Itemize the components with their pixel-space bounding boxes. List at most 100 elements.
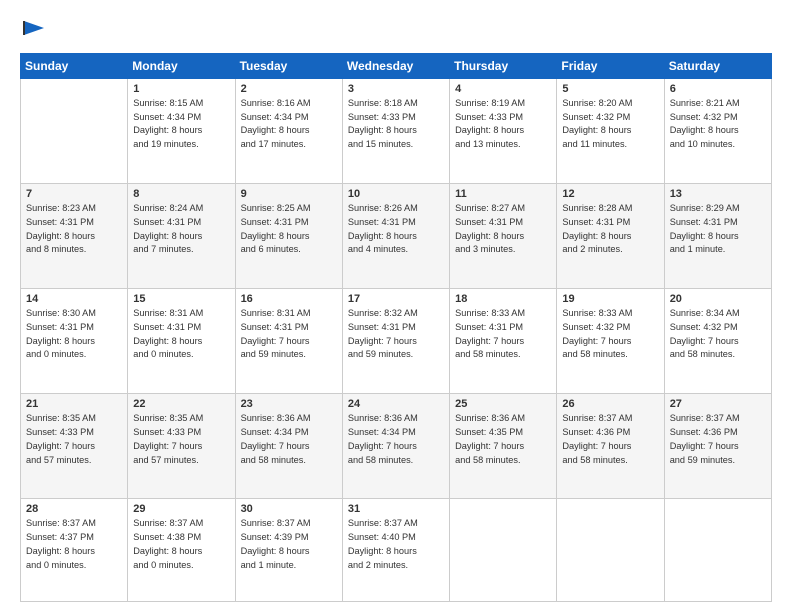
day-number: 4 (455, 83, 551, 95)
calendar-cell: 1Sunrise: 8:15 AM Sunset: 4:34 PM Daylig… (128, 78, 235, 183)
cell-info: Sunrise: 8:18 AM Sunset: 4:33 PM Dayligh… (348, 97, 444, 152)
calendar-cell (664, 499, 771, 602)
day-number: 25 (455, 398, 551, 410)
cell-info: Sunrise: 8:27 AM Sunset: 4:31 PM Dayligh… (455, 202, 551, 257)
day-number: 23 (241, 398, 337, 410)
calendar-cell: 17 Sunrise: 8:32 AM Sunset: 4:31 PM Dayli… (342, 289, 449, 394)
cell-info: Sunrise: 8:24 AM Sunset: 4:31 PM Dayligh… (133, 202, 229, 257)
cell-info: Sunrise: 8:20 AM Sunset: 4:32 PM Dayligh… (562, 97, 658, 152)
day-number: 30 (241, 503, 337, 515)
calendar-cell: 28 Sunrise: 8:37 AM Sunset: 4:37 PM Dayli… (21, 499, 128, 602)
day-number: 26 (562, 398, 658, 410)
cell-info: Sunrise: 8:15 AM Sunset: 4:34 PM Dayligh… (133, 97, 229, 152)
cell-info: Sunrise: 8:28 AM Sunset: 4:31 PM Dayligh… (562, 202, 658, 257)
calendar-cell: 5 Sunrise: 8:20 AM Sunset: 4:32 PM Daylig… (557, 78, 664, 183)
day-number: 16 (241, 293, 337, 305)
day-number: 22 (133, 398, 229, 410)
header (20, 16, 772, 45)
day-number: 24 (348, 398, 444, 410)
calendar-cell: 19 Sunrise: 8:33 AM Sunset: 4:32 PM Dayli… (557, 289, 664, 394)
calendar-cell: 22 Sunrise: 8:35 AM Sunset: 4:33 PM Dayli… (128, 394, 235, 499)
day-number: 5 (562, 83, 658, 95)
calendar-cell (557, 499, 664, 602)
calendar-cell: 9Sunrise: 8:25 AM Sunset: 4:31 PM Daylig… (235, 183, 342, 288)
calendar-cell: 23 Sunrise: 8:36 AM Sunset: 4:34 PM Dayli… (235, 394, 342, 499)
weekday-saturday: Saturday (664, 53, 771, 78)
calendar-cell: 30 Sunrise: 8:37 AM Sunset: 4:39 PM Dayli… (235, 499, 342, 602)
calendar-table: SundayMondayTuesdayWednesdayThursdayFrid… (20, 53, 772, 602)
day-number: 6 (670, 83, 766, 95)
day-number: 12 (562, 188, 658, 200)
cell-info: Sunrise: 8:36 AM Sunset: 4:35 PM Dayligh… (455, 412, 551, 467)
calendar-cell: 16 Sunrise: 8:31 AM Sunset: 4:31 PM Dayli… (235, 289, 342, 394)
cell-info: Sunrise: 8:33 AM Sunset: 4:32 PM Dayligh… (562, 307, 658, 362)
day-number: 18 (455, 293, 551, 305)
calendar-cell: 25 Sunrise: 8:36 AM Sunset: 4:35 PM Dayli… (450, 394, 557, 499)
day-number: 11 (455, 188, 551, 200)
calendar-cell: 27 Sunrise: 8:37 AM Sunset: 4:36 PM Dayli… (664, 394, 771, 499)
calendar-cell: 11 Sunrise: 8:27 AM Sunset: 4:31 PM Dayli… (450, 183, 557, 288)
calendar-cell: 2 Sunrise: 8:16 AM Sunset: 4:34 PM Daylig… (235, 78, 342, 183)
calendar-cell: 13 Sunrise: 8:29 AM Sunset: 4:31 PM Dayli… (664, 183, 771, 288)
cell-info: Sunrise: 8:31 AM Sunset: 4:31 PM Dayligh… (241, 307, 337, 362)
day-number: 14 (26, 293, 122, 305)
day-number: 15 (133, 293, 229, 305)
calendar-cell: 15 Sunrise: 8:31 AM Sunset: 4:31 PM Dayli… (128, 289, 235, 394)
day-number: 8 (133, 188, 229, 200)
day-number: 10 (348, 188, 444, 200)
weekday-tuesday: Tuesday (235, 53, 342, 78)
calendar-cell: 10 Sunrise: 8:26 AM Sunset: 4:31 PM Dayli… (342, 183, 449, 288)
cell-info: Sunrise: 8:31 AM Sunset: 4:31 PM Dayligh… (133, 307, 229, 362)
cell-info: Sunrise: 8:30 AM Sunset: 4:31 PM Dayligh… (26, 307, 122, 362)
cell-info: Sunrise: 8:37 AM Sunset: 4:37 PM Dayligh… (26, 517, 122, 572)
cell-info: Sunrise: 8:37 AM Sunset: 4:36 PM Dayligh… (670, 412, 766, 467)
cell-info: Sunrise: 8:21 AM Sunset: 4:32 PM Dayligh… (670, 97, 766, 152)
calendar-cell: 14 Sunrise: 8:30 AM Sunset: 4:31 PM Dayli… (21, 289, 128, 394)
cell-info: Sunrise: 8:26 AM Sunset: 4:31 PM Dayligh… (348, 202, 444, 257)
page: SundayMondayTuesdayWednesdayThursdayFrid… (0, 0, 792, 612)
day-number: 28 (26, 503, 122, 515)
calendar-cell: 31 Sunrise: 8:37 AM Sunset: 4:40 PM Dayli… (342, 499, 449, 602)
cell-info: Sunrise: 8:19 AM Sunset: 4:33 PM Dayligh… (455, 97, 551, 152)
calendar-cell: 3 Sunrise: 8:18 AM Sunset: 4:33 PM Daylig… (342, 78, 449, 183)
day-number: 17 (348, 293, 444, 305)
logo (20, 16, 46, 45)
cell-info: Sunrise: 8:37 AM Sunset: 4:40 PM Dayligh… (348, 517, 444, 572)
weekday-header-row: SundayMondayTuesdayWednesdayThursdayFrid… (21, 53, 772, 78)
calendar-cell: 21Sunrise: 8:35 AM Sunset: 4:33 PM Dayli… (21, 394, 128, 499)
day-number: 3 (348, 83, 444, 95)
calendar-cell: 20 Sunrise: 8:34 AM Sunset: 4:32 PM Dayli… (664, 289, 771, 394)
weekday-monday: Monday (128, 53, 235, 78)
cell-info: Sunrise: 8:36 AM Sunset: 4:34 PM Dayligh… (241, 412, 337, 467)
day-number: 20 (670, 293, 766, 305)
day-number: 7 (26, 188, 122, 200)
day-number: 27 (670, 398, 766, 410)
cell-info: Sunrise: 8:37 AM Sunset: 4:38 PM Dayligh… (133, 517, 229, 572)
weekday-thursday: Thursday (450, 53, 557, 78)
cell-info: Sunrise: 8:34 AM Sunset: 4:32 PM Dayligh… (670, 307, 766, 362)
weekday-friday: Friday (557, 53, 664, 78)
cell-info: Sunrise: 8:35 AM Sunset: 4:33 PM Dayligh… (26, 412, 122, 467)
cell-info: Sunrise: 8:36 AM Sunset: 4:34 PM Dayligh… (348, 412, 444, 467)
calendar-cell: 6 Sunrise: 8:21 AM Sunset: 4:32 PM Daylig… (664, 78, 771, 183)
cell-info: Sunrise: 8:37 AM Sunset: 4:36 PM Dayligh… (562, 412, 658, 467)
day-number: 29 (133, 503, 229, 515)
calendar-cell: 4 Sunrise: 8:19 AM Sunset: 4:33 PM Daylig… (450, 78, 557, 183)
day-number: 31 (348, 503, 444, 515)
cell-info: Sunrise: 8:16 AM Sunset: 4:34 PM Dayligh… (241, 97, 337, 152)
calendar-cell: 26 Sunrise: 8:37 AM Sunset: 4:36 PM Dayli… (557, 394, 664, 499)
calendar-cell: 8 Sunrise: 8:24 AM Sunset: 4:31 PM Daylig… (128, 183, 235, 288)
day-number: 19 (562, 293, 658, 305)
weekday-wednesday: Wednesday (342, 53, 449, 78)
cell-info: Sunrise: 8:29 AM Sunset: 4:31 PM Dayligh… (670, 202, 766, 257)
day-number: 9 (241, 188, 337, 200)
day-number: 13 (670, 188, 766, 200)
calendar-cell: 29 Sunrise: 8:37 AM Sunset: 4:38 PM Dayli… (128, 499, 235, 602)
calendar-cell (450, 499, 557, 602)
cell-info: Sunrise: 8:32 AM Sunset: 4:31 PM Dayligh… (348, 307, 444, 362)
day-number: 2 (241, 83, 337, 95)
calendar-cell: 7Sunrise: 8:23 AM Sunset: 4:31 PM Daylig… (21, 183, 128, 288)
cell-info: Sunrise: 8:35 AM Sunset: 4:33 PM Dayligh… (133, 412, 229, 467)
calendar-cell: 24 Sunrise: 8:36 AM Sunset: 4:34 PM Dayli… (342, 394, 449, 499)
cell-info: Sunrise: 8:37 AM Sunset: 4:39 PM Dayligh… (241, 517, 337, 572)
